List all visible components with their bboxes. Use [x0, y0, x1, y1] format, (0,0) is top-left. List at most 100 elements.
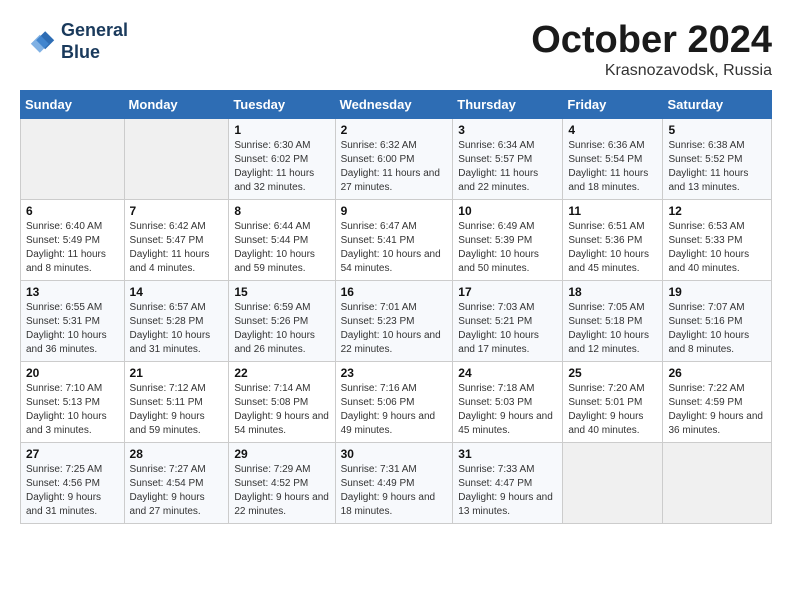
- day-info: Sunrise: 7:29 AM Sunset: 4:52 PM Dayligh…: [234, 463, 329, 519]
- day-number: 3: [458, 123, 557, 137]
- logo: General Blue: [20, 20, 128, 63]
- day-info: Sunrise: 7:07 AM Sunset: 5:16 PM Dayligh…: [668, 301, 766, 357]
- day-number: 1: [234, 123, 329, 137]
- calendar-cell: 31 Sunrise: 7:33 AM Sunset: 4:47 PM Dayli…: [453, 442, 563, 523]
- day-info: Sunrise: 7:16 AM Sunset: 5:06 PM Dayligh…: [341, 382, 448, 438]
- day-info: Sunrise: 6:38 AM Sunset: 5:52 PM Dayligh…: [668, 139, 766, 195]
- calendar-cell: 30Sunrise: 7:31 AM Sunset: 4:49 PM Dayli…: [335, 442, 453, 523]
- weekday-header-row: SundayMondayTuesdayWednesdayThursdayFrid…: [21, 90, 772, 118]
- day-info: Sunrise: 6:59 AM Sunset: 5:26 PM Dayligh…: [234, 301, 329, 357]
- day-number: 25: [568, 366, 657, 380]
- calendar-cell: 5 Sunrise: 6:38 AM Sunset: 5:52 PM Daylig…: [663, 118, 772, 199]
- day-number: 18: [568, 285, 657, 299]
- weekday-header: Sunday: [21, 90, 125, 118]
- day-number: 14: [130, 285, 224, 299]
- calendar-cell: 14 Sunrise: 6:57 AM Sunset: 5:28 PM Dayli…: [124, 280, 229, 361]
- calendar-cell: 12 Sunrise: 6:53 AM Sunset: 5:33 PM Dayli…: [663, 199, 772, 280]
- weekday-header: Tuesday: [229, 90, 335, 118]
- day-number: 16: [341, 285, 448, 299]
- day-number: 11: [568, 204, 657, 218]
- day-number: 12: [668, 204, 766, 218]
- calendar-cell: [563, 442, 663, 523]
- calendar-week-row: 20 Sunrise: 7:10 AM Sunset: 5:13 PM Dayli…: [21, 361, 772, 442]
- weekday-header: Monday: [124, 90, 229, 118]
- day-number: 24: [458, 366, 557, 380]
- weekday-header: Friday: [563, 90, 663, 118]
- day-info: Sunrise: 6:44 AM Sunset: 5:44 PM Dayligh…: [234, 220, 329, 276]
- day-number: 31: [458, 447, 557, 461]
- day-info: Sunrise: 7:22 AM Sunset: 4:59 PM Dayligh…: [668, 382, 766, 438]
- logo-icon: [20, 24, 56, 60]
- title-block: October 2024 Krasnozavodsk, Russia: [531, 20, 772, 80]
- calendar-cell: 18Sunrise: 7:05 AM Sunset: 5:18 PM Dayli…: [563, 280, 663, 361]
- day-number: 17: [458, 285, 557, 299]
- calendar-cell: [124, 118, 229, 199]
- day-info: Sunrise: 6:49 AM Sunset: 5:39 PM Dayligh…: [458, 220, 557, 276]
- weekday-header: Thursday: [453, 90, 563, 118]
- day-info: Sunrise: 7:10 AM Sunset: 5:13 PM Dayligh…: [26, 382, 119, 438]
- day-number: 21: [130, 366, 224, 380]
- calendar-cell: 15 Sunrise: 6:59 AM Sunset: 5:26 PM Dayli…: [229, 280, 335, 361]
- day-info: Sunrise: 7:20 AM Sunset: 5:01 PM Dayligh…: [568, 382, 657, 438]
- day-info: Sunrise: 7:03 AM Sunset: 5:21 PM Dayligh…: [458, 301, 557, 357]
- day-number: 5: [668, 123, 766, 137]
- day-info: Sunrise: 7:33 AM Sunset: 4:47 PM Dayligh…: [458, 463, 557, 519]
- day-number: 27: [26, 447, 119, 461]
- calendar-cell: [21, 118, 125, 199]
- calendar-table: SundayMondayTuesdayWednesdayThursdayFrid…: [20, 90, 772, 524]
- day-number: 26: [668, 366, 766, 380]
- calendar-cell: 28 Sunrise: 7:27 AM Sunset: 4:54 PM Dayli…: [124, 442, 229, 523]
- day-info: Sunrise: 6:40 AM Sunset: 5:49 PM Dayligh…: [26, 220, 119, 276]
- calendar-week-row: 27 Sunrise: 7:25 AM Sunset: 4:56 PM Dayli…: [21, 442, 772, 523]
- day-number: 30: [341, 447, 448, 461]
- calendar-cell: 13 Sunrise: 6:55 AM Sunset: 5:31 PM Dayli…: [21, 280, 125, 361]
- calendar-week-row: 13 Sunrise: 6:55 AM Sunset: 5:31 PM Dayli…: [21, 280, 772, 361]
- calendar-cell: 9Sunrise: 6:47 AM Sunset: 5:41 PM Daylig…: [335, 199, 453, 280]
- logo-text: General Blue: [61, 20, 128, 63]
- day-number: 28: [130, 447, 224, 461]
- calendar-cell: 3Sunrise: 6:34 AM Sunset: 5:57 PM Daylig…: [453, 118, 563, 199]
- day-number: 19: [668, 285, 766, 299]
- day-info: Sunrise: 7:01 AM Sunset: 5:23 PM Dayligh…: [341, 301, 448, 357]
- calendar-week-row: 6 Sunrise: 6:40 AM Sunset: 5:49 PM Daylig…: [21, 199, 772, 280]
- day-number: 15: [234, 285, 329, 299]
- day-info: Sunrise: 6:57 AM Sunset: 5:28 PM Dayligh…: [130, 301, 224, 357]
- day-number: 20: [26, 366, 119, 380]
- calendar-cell: 26 Sunrise: 7:22 AM Sunset: 4:59 PM Dayli…: [663, 361, 772, 442]
- weekday-header: Wednesday: [335, 90, 453, 118]
- day-info: Sunrise: 7:18 AM Sunset: 5:03 PM Dayligh…: [458, 382, 557, 438]
- day-info: Sunrise: 6:55 AM Sunset: 5:31 PM Dayligh…: [26, 301, 119, 357]
- calendar-cell: 10 Sunrise: 6:49 AM Sunset: 5:39 PM Dayli…: [453, 199, 563, 280]
- day-info: Sunrise: 7:27 AM Sunset: 4:54 PM Dayligh…: [130, 463, 224, 519]
- day-number: 8: [234, 204, 329, 218]
- day-number: 2: [341, 123, 448, 137]
- calendar-cell: 6 Sunrise: 6:40 AM Sunset: 5:49 PM Daylig…: [21, 199, 125, 280]
- calendar-cell: 19 Sunrise: 7:07 AM Sunset: 5:16 PM Dayli…: [663, 280, 772, 361]
- day-info: Sunrise: 6:30 AM Sunset: 6:02 PM Dayligh…: [234, 139, 329, 195]
- calendar-cell: 24 Sunrise: 7:18 AM Sunset: 5:03 PM Dayli…: [453, 361, 563, 442]
- day-info: Sunrise: 7:25 AM Sunset: 4:56 PM Dayligh…: [26, 463, 119, 519]
- day-number: 13: [26, 285, 119, 299]
- day-number: 10: [458, 204, 557, 218]
- calendar-cell: 27 Sunrise: 7:25 AM Sunset: 4:56 PM Dayli…: [21, 442, 125, 523]
- calendar-cell: 2 Sunrise: 6:32 AM Sunset: 6:00 PM Daylig…: [335, 118, 453, 199]
- page-header: General Blue October 2024 Krasnozavodsk,…: [20, 20, 772, 80]
- calendar-cell: 11 Sunrise: 6:51 AM Sunset: 5:36 PM Dayli…: [563, 199, 663, 280]
- calendar-cell: 23Sunrise: 7:16 AM Sunset: 5:06 PM Dayli…: [335, 361, 453, 442]
- day-number: 6: [26, 204, 119, 218]
- calendar-cell: 20 Sunrise: 7:10 AM Sunset: 5:13 PM Dayli…: [21, 361, 125, 442]
- calendar-cell: 21Sunrise: 7:12 AM Sunset: 5:11 PM Dayli…: [124, 361, 229, 442]
- calendar-cell: 17 Sunrise: 7:03 AM Sunset: 5:21 PM Dayli…: [453, 280, 563, 361]
- day-info: Sunrise: 6:51 AM Sunset: 5:36 PM Dayligh…: [568, 220, 657, 276]
- day-info: Sunrise: 6:47 AM Sunset: 5:41 PM Dayligh…: [341, 220, 448, 276]
- calendar-cell: 22Sunrise: 7:14 AM Sunset: 5:08 PM Dayli…: [229, 361, 335, 442]
- day-info: Sunrise: 6:36 AM Sunset: 5:54 PM Dayligh…: [568, 139, 657, 195]
- calendar-cell: [663, 442, 772, 523]
- day-info: Sunrise: 6:53 AM Sunset: 5:33 PM Dayligh…: [668, 220, 766, 276]
- calendar-cell: 16 Sunrise: 7:01 AM Sunset: 5:23 PM Dayli…: [335, 280, 453, 361]
- logo-line2: Blue: [61, 42, 128, 64]
- day-number: 29: [234, 447, 329, 461]
- day-info: Sunrise: 6:32 AM Sunset: 6:00 PM Dayligh…: [341, 139, 448, 195]
- calendar-cell: 7Sunrise: 6:42 AM Sunset: 5:47 PM Daylig…: [124, 199, 229, 280]
- calendar-week-row: 1 Sunrise: 6:30 AM Sunset: 6:02 PM Daylig…: [21, 118, 772, 199]
